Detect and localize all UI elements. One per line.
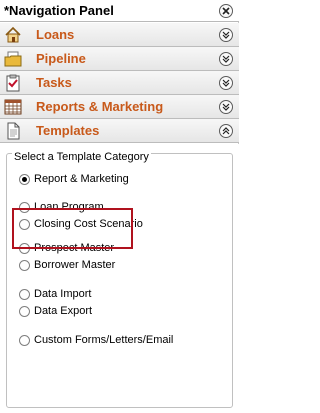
navigation-panel: *Navigation Panel Loans Pipeline Tasks R… (0, 0, 239, 413)
nav-section-tasks[interactable]: Tasks (0, 71, 239, 95)
folder-icon (4, 50, 22, 68)
template-category-title: Select a Template Category (12, 151, 151, 163)
nav-section-pipeline[interactable]: Pipeline (0, 47, 239, 71)
template-category-group (6, 153, 233, 408)
expand-chevron-icon[interactable] (219, 76, 233, 90)
radio-data-import[interactable]: Data Import (19, 287, 91, 301)
radio-label: Data Export (34, 305, 93, 317)
radio-button[interactable] (19, 288, 30, 300)
nav-section-reports-marketing[interactable]: Reports & Marketing (0, 95, 239, 119)
radio-button[interactable] (19, 305, 30, 317)
nav-section-loans[interactable]: Loans (0, 23, 239, 47)
expand-chevron-icon[interactable] (219, 52, 233, 66)
radio-label: Custom Forms/Letters/Email (34, 334, 174, 346)
radio-label: Borrower Master (34, 259, 116, 271)
house-icon (4, 26, 22, 44)
grid-report-icon (4, 98, 22, 116)
panel-title: *Navigation Panel (4, 3, 114, 18)
checklist-icon (4, 74, 22, 92)
radio-button[interactable] (19, 334, 30, 346)
nav-label-reports-marketing: Reports & Marketing (36, 99, 164, 114)
nav-label-tasks: Tasks (36, 75, 72, 90)
radio-button[interactable] (19, 173, 30, 185)
panel-title-bar: *Navigation Panel (0, 0, 239, 22)
expand-chevron-icon[interactable] (219, 100, 233, 114)
radio-report-marketing[interactable]: Report & Marketing (19, 172, 129, 186)
radio-borrower-master[interactable]: Borrower Master (19, 258, 115, 272)
templates-content: Select a Template Category Report & Mark… (0, 144, 239, 413)
nav-label-loans: Loans (36, 27, 75, 42)
nav-label-templates: Templates (36, 123, 100, 138)
highlight-box (12, 208, 133, 249)
collapse-chevron-icon[interactable] (219, 124, 233, 138)
expand-chevron-icon[interactable] (219, 28, 233, 42)
radio-label: Data Import (34, 288, 92, 300)
radio-data-export[interactable]: Data Export (19, 304, 92, 318)
radio-button[interactable] (19, 259, 30, 271)
document-icon (4, 122, 22, 140)
radio-custom-forms[interactable]: Custom Forms/Letters/Email (19, 333, 173, 347)
close-icon[interactable] (219, 4, 233, 18)
nav-section-templates[interactable]: Templates (0, 119, 239, 143)
nav-label-pipeline: Pipeline (36, 51, 86, 66)
radio-label: Report & Marketing (34, 173, 129, 185)
